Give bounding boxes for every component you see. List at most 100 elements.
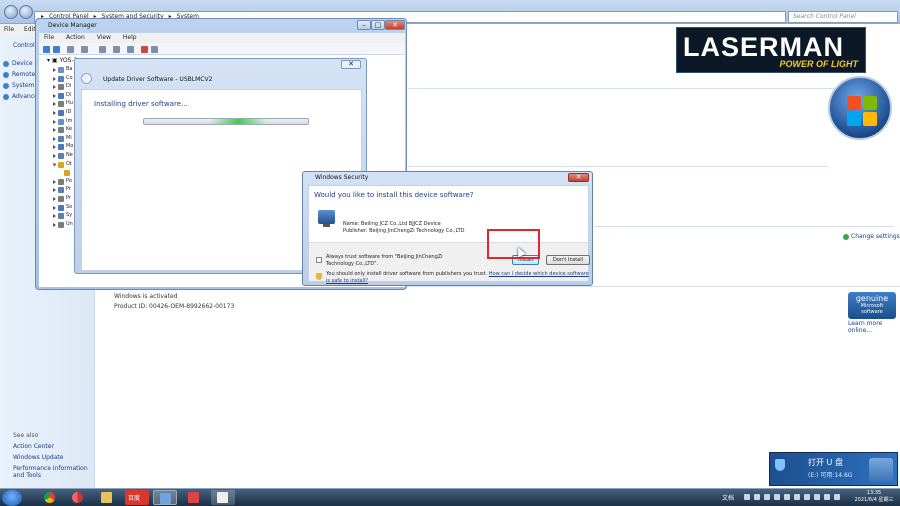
forward-button[interactable] [19,5,33,19]
taskbar-device-manager[interactable] [211,490,235,505]
tree-row[interactable]: Un [53,221,73,229]
expand-arrow-icon[interactable] [53,76,56,81]
device-icon [58,178,64,185]
help-link-continued[interactable]: is safe to install? [326,278,368,284]
taskbar-baidu[interactable]: 百度 [125,490,149,505]
device-icon [58,118,64,125]
flag-icon[interactable] [834,494,840,500]
expand-arrow-icon[interactable] [53,197,56,201]
genuine-microsoft-badge[interactable]: genuine Microsoft software [848,292,896,319]
help-icon[interactable] [81,46,88,53]
link-action-center[interactable]: Action Center [13,443,54,450]
tree-row[interactable]: Mi [53,135,73,143]
expand-arrow-icon[interactable] [53,222,56,227]
tree-row[interactable]: Mo [53,143,73,151]
clock[interactable]: 13:35 2021/6/4 星期三 [850,490,898,504]
taskbar-explorer[interactable] [95,490,119,505]
start-button[interactable] [2,490,22,506]
expand-arrow-icon[interactable] [53,93,56,98]
tree-row[interactable]: Po [53,178,73,186]
expand-arrow-icon[interactable] [53,214,56,219]
taskbar-chrome-alt[interactable] [66,490,90,505]
tree-row[interactable]: Hu [53,100,73,108]
expand-arrow-icon[interactable] [53,188,56,193]
expand-arrow-icon[interactable] [53,154,56,158]
tray-icon[interactable] [794,494,800,500]
close-button[interactable]: ✕ [385,20,405,30]
tree-row[interactable]: Pr [53,195,73,203]
tray-icon[interactable] [744,494,750,500]
change-settings-link[interactable]: Change settings [843,233,900,240]
expand-arrow-icon[interactable] [53,85,56,90]
link-windows-update[interactable]: Windows Update [13,454,63,461]
expand-arrow-icon[interactable] [53,136,56,141]
expand-arrow-icon[interactable] [53,119,56,124]
tree-row[interactable]: ID [53,109,73,117]
tray-icon[interactable] [764,494,770,500]
back-icon[interactable] [43,46,50,53]
tree-row[interactable]: So [53,204,73,212]
menu-file[interactable]: File [4,26,14,33]
menu-action[interactable]: Action [66,34,85,41]
minimize-button[interactable]: – [357,20,371,30]
forward-icon[interactable] [53,46,60,53]
tree-root-computer[interactable]: ▾ ▣ YOS-2 [47,57,77,64]
expand-arrow-icon[interactable] [53,102,56,107]
sidebar-item-advanced[interactable]: Advance [3,93,38,100]
scan-hardware-icon[interactable] [99,46,106,53]
learn-more-link[interactable]: Learn more online... [848,320,900,334]
taskbar-chrome[interactable] [38,490,62,505]
tree-row[interactable]: Sy [53,212,73,220]
expand-arrow-icon[interactable] [53,145,56,150]
tree-row[interactable]: Di [53,83,73,91]
monitor-icon [318,210,335,227]
update-driver-icon[interactable] [113,46,120,53]
tree-row[interactable]: Pr [53,186,73,194]
disable-device-icon[interactable] [127,46,134,53]
scan-changes-icon[interactable] [151,46,158,53]
usb-notification[interactable]: 打开 U 盘 (E:) 可用:14.6G [769,452,898,486]
menu-view[interactable]: View [97,34,111,41]
menu-help[interactable]: Help [123,34,137,41]
close-button[interactable]: ✕ [341,60,361,69]
expand-arrow-icon[interactable] [53,205,56,210]
dont-install-button[interactable]: Don't Install [546,255,590,265]
help-link[interactable]: How can I decide which device software [489,271,589,277]
search-input[interactable]: Search Control Panel [788,11,898,23]
always-trust-checkbox[interactable] [316,257,322,263]
expand-arrow-icon[interactable] [53,179,56,184]
tree-row[interactable]: Im [53,118,73,126]
taskbar-control-panel[interactable] [153,490,177,505]
tray-icon[interactable] [784,494,790,500]
usb-drive-icon [869,458,893,482]
tree-row[interactable]: Ke [53,126,73,134]
uninstall-icon[interactable] [141,46,148,53]
maximize-button[interactable]: □ [371,20,385,30]
logo-tagline: POWER OF LIGHT [779,59,859,69]
menu-file[interactable]: File [44,34,54,41]
tray-icon[interactable] [804,494,810,500]
tray-icon[interactable] [754,494,760,500]
expand-arrow-icon[interactable] [52,163,57,167]
properties-icon[interactable] [67,46,74,53]
tree-row[interactable]: Ne [53,152,73,160]
link-performance-info[interactable]: Performance Information and Tools [13,465,93,479]
sidebar-item-system-protection[interactable]: System [3,82,34,89]
tray-icon[interactable] [774,494,780,500]
back-arrow-icon[interactable] [81,73,92,84]
tree-row[interactable]: Ba [53,66,73,74]
menu-edit[interactable]: Edit [24,26,36,33]
expand-arrow-icon[interactable] [53,111,56,115]
expand-arrow-icon[interactable] [53,128,56,133]
taskbar-app[interactable] [182,490,206,505]
network-icon[interactable] [814,494,820,500]
tray-language[interactable]: 文档 [722,493,734,502]
close-button[interactable]: ✕ [568,173,589,182]
tree-row[interactable]: Co [53,75,73,83]
back-button[interactable] [4,5,18,19]
expand-arrow-icon[interactable] [53,68,56,72]
tree-row[interactable]: Di [53,92,73,100]
tree-row[interactable]: Ot [52,161,73,169]
volume-icon[interactable] [824,494,830,500]
sidebar-item-remote[interactable]: Remote [3,71,35,78]
